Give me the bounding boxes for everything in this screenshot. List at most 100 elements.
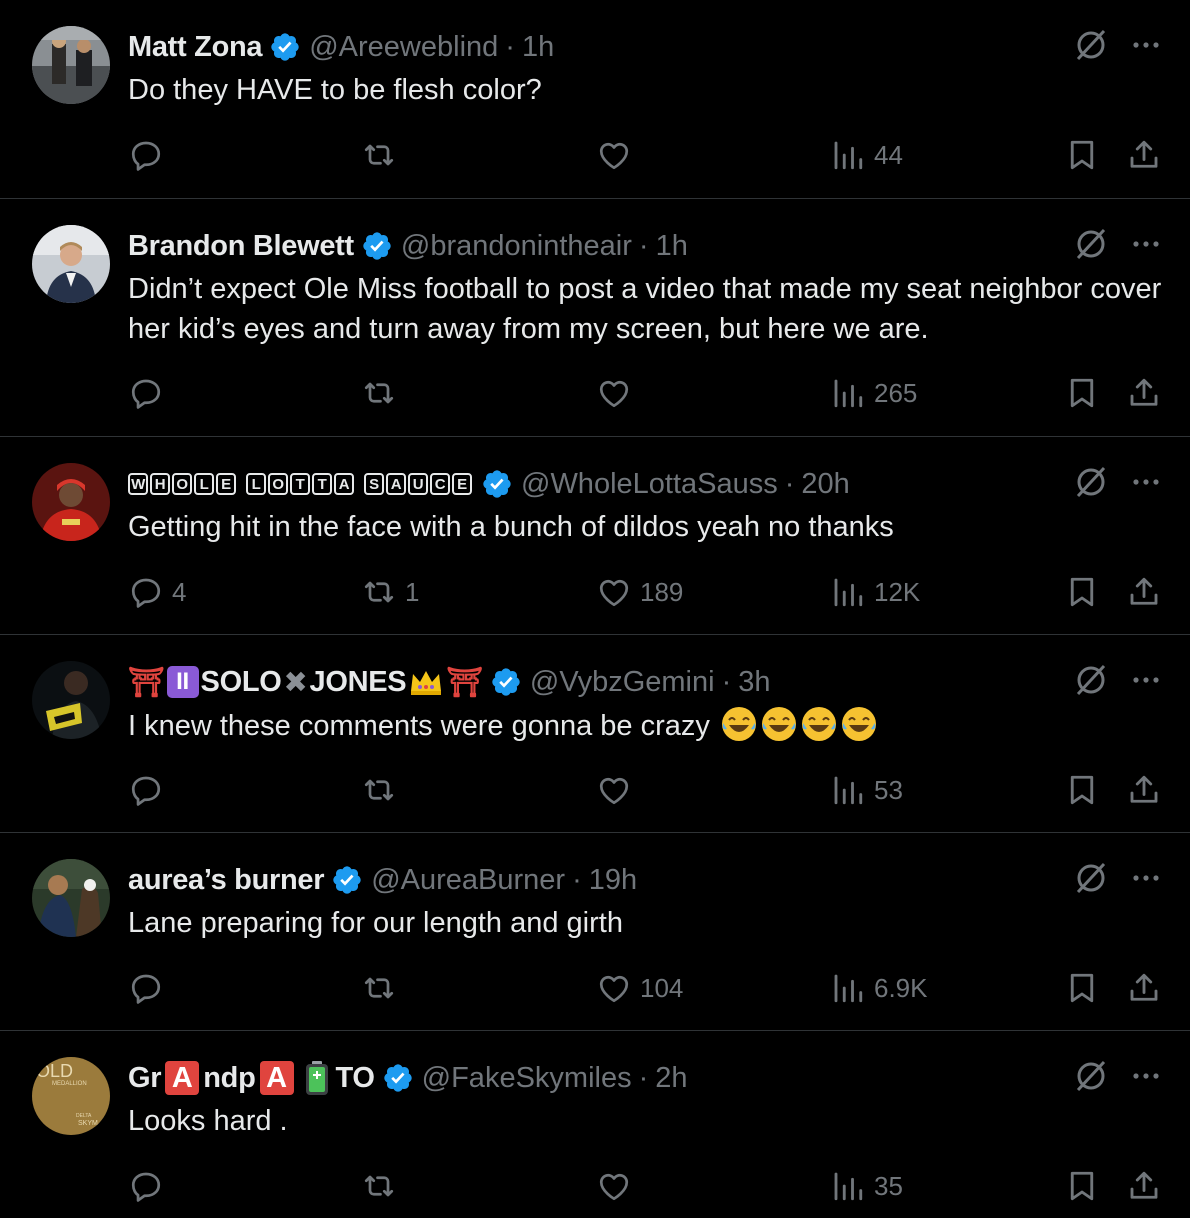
reply-button[interactable]: 4 [128,570,186,614]
grok-icon[interactable] [1072,26,1110,64]
bookmark-button[interactable] [1064,768,1100,812]
name-letter: C [430,473,450,495]
like-button[interactable] [596,768,640,812]
timestamp[interactable]: 19h [589,864,637,897]
tweet[interactable]: aurea’s burner @AureaBurner · 19h Lane p… [0,833,1190,1031]
tweet[interactable]: Brandon Blewett @brandonintheair · 1h Di… [0,199,1190,437]
view-count: 44 [874,139,903,170]
more-icon[interactable] [1130,862,1162,894]
reply-button[interactable] [128,133,172,177]
user-handle[interactable]: @brandonintheair [401,230,632,263]
grok-icon[interactable] [1072,859,1110,897]
name-letter: E [452,473,472,495]
like-button[interactable] [596,133,640,177]
timestamp[interactable]: 1h [522,31,554,64]
name-letter: T [290,473,310,495]
torii-icon: ⛩ [128,664,165,699]
bookmark-button[interactable] [1064,966,1100,1010]
display-name[interactable]: Brandon Blewett [128,230,354,263]
views-button[interactable]: 35 [830,1164,903,1208]
tweet[interactable]: Matt Zona @Areeweblind · 1h Do they HAVE… [0,0,1190,199]
separator-dot: · [638,229,649,262]
reply-button[interactable] [128,1164,172,1208]
action-bar: 53 [0,768,1190,812]
views-button[interactable]: 12K [830,570,920,614]
more-icon[interactable] [1130,664,1162,696]
timestamp[interactable]: 2h [655,1062,687,1095]
timestamp[interactable]: 3h [738,666,770,699]
like-button[interactable] [596,371,640,415]
like-button[interactable]: 104 [596,966,683,1010]
retweet-button[interactable] [361,133,405,177]
retweet-icon [364,977,394,999]
grok-icon[interactable] [1072,463,1110,501]
name-letter: H [150,473,170,495]
views-icon [834,379,863,408]
retweet-button[interactable] [361,768,405,812]
name-letter: O [172,473,192,495]
more-icon[interactable] [1130,29,1162,61]
grok-icon[interactable] [1072,661,1110,699]
views-button[interactable]: 265 [830,371,917,415]
cross-icon: ✖ [283,665,308,699]
reply-button[interactable] [128,371,172,415]
share-button[interactable] [1126,371,1162,415]
timestamp[interactable]: 1h [656,230,688,263]
user-handle[interactable]: @FakeSkymiles [422,1062,632,1095]
views-button[interactable]: 44 [830,133,903,177]
action-bar: 265 [0,371,1190,415]
user-handle[interactable]: @VybzGemini [530,666,715,699]
views-icon [834,974,863,1003]
share-button[interactable] [1126,1164,1162,1208]
display-name[interactable]: ⛩ II SOLO ✖ JONES ⛩ [128,665,483,700]
more-icon[interactable] [1130,1060,1162,1092]
avatar[interactable] [32,26,110,104]
share-button[interactable] [1126,133,1162,177]
user-handle[interactable]: @AureaBurner [371,864,565,897]
tweet[interactable]: OLD MEDALLION DELTA SKYM Gr A ndp A TO @… [0,1031,1190,1218]
gemini-icon: II [166,666,199,698]
retweet-button[interactable]: 1 [361,570,419,614]
avatar[interactable] [32,463,110,541]
share-button[interactable] [1126,966,1162,1010]
user-handle[interactable]: @WholeLottaSauss [521,468,778,501]
avatar[interactable] [32,859,110,937]
tweet[interactable]: ⛩ II SOLO ✖ JONES ⛩ @VybzGemini · 3h I k… [0,635,1190,833]
bookmark-button[interactable] [1064,133,1100,177]
more-icon[interactable] [1130,466,1162,498]
bookmark-button[interactable] [1064,371,1100,415]
like-button[interactable]: 189 [596,570,683,614]
reply-button[interactable] [128,768,172,812]
avatar[interactable] [32,661,110,739]
retweet-button[interactable] [361,966,405,1010]
user-handle[interactable]: @Areeweblind [309,31,498,64]
laughing-emoji-icon [801,707,836,741]
views-button[interactable]: 53 [830,768,903,812]
view-count: 53 [874,774,903,805]
retweet-button[interactable] [361,371,405,415]
like-button[interactable] [596,1164,640,1208]
more-icon[interactable] [1130,228,1162,260]
share-button[interactable] [1126,768,1162,812]
grok-icon[interactable] [1072,1057,1110,1095]
share-icon [1130,775,1158,803]
tweet[interactable]: WHOLELOTTASAUCE @WholeLottaSauss · 20h G… [0,437,1190,635]
bookmark-button[interactable] [1064,570,1100,614]
avatar[interactable]: OLD MEDALLION DELTA SKYM [32,1057,110,1135]
display-name[interactable]: Matt Zona [128,31,263,64]
display-name[interactable]: aurea’s burner [128,864,325,897]
reply-button[interactable] [128,966,172,1010]
retweet-button[interactable] [361,1164,405,1208]
timestamp[interactable]: 20h [801,468,849,501]
verified-badge-icon [333,866,361,894]
share-button[interactable] [1126,570,1162,614]
verified-badge-icon [383,1064,412,1092]
avatar[interactable] [32,225,110,303]
name-letter: W [128,473,148,495]
bookmark-button[interactable] [1064,1164,1100,1208]
display-name[interactable]: Gr A ndp A TO [128,1060,375,1096]
grok-icon[interactable] [1072,225,1110,263]
display-name[interactable]: WHOLELOTTASAUCE [128,473,474,495]
bookmark-icon [1070,973,1094,1003]
views-button[interactable]: 6.9K [830,966,928,1010]
